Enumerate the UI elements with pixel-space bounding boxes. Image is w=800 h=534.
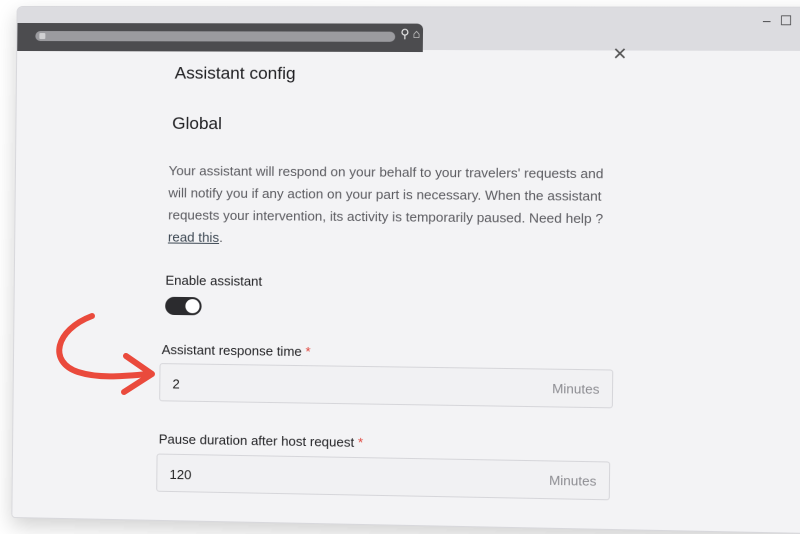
search-icon[interactable]: ⚲ (400, 27, 409, 41)
description-text: Your assistant will respond on your beha… (168, 163, 604, 227)
minimize-button[interactable]: – (763, 13, 771, 28)
response-time-unit: Minutes (552, 380, 600, 397)
section-heading: Global (172, 113, 223, 134)
address-bar[interactable] (35, 31, 396, 42)
response-time-label: Assistant response time * (162, 342, 311, 359)
pause-duration-label-text: Pause duration after host request (158, 431, 355, 450)
maximize-button[interactable]: ☐ (780, 13, 792, 28)
help-link[interactable]: read this (168, 229, 219, 245)
required-marker: * (305, 343, 311, 360)
enable-assistant-toggle[interactable] (165, 296, 202, 316)
site-icon (39, 33, 46, 40)
tab-bar: ⚲ ⌂ (17, 22, 424, 53)
response-time-label-text: Assistant response time (161, 341, 302, 360)
assistant-config-modal: ✕ Assistant config Global Your assistant… (12, 44, 800, 534)
toggle-knob (185, 299, 200, 314)
required-marker: * (357, 434, 364, 451)
modal-title: Assistant config (174, 63, 296, 84)
pause-duration-unit: Minutes (548, 472, 597, 489)
home-icon[interactable]: ⌂ (413, 27, 421, 41)
browser-window: ⚲ ⌂ – ☐ ✕ ✕ Assistant config Global Your… (11, 5, 800, 534)
pause-duration-field[interactable]: Minutes (156, 453, 611, 501)
help-suffix: . (219, 229, 223, 246)
pause-duration-label: Pause duration after host request * (159, 431, 364, 450)
pause-duration-input[interactable] (167, 454, 479, 499)
browser-chrome: ⚲ ⌂ – ☐ ✕ (17, 6, 800, 53)
enable-assistant-label: Enable assistant (165, 272, 263, 289)
response-time-field[interactable]: Minutes (159, 363, 614, 409)
response-time-input[interactable] (170, 364, 482, 408)
close-icon[interactable]: ✕ (612, 44, 627, 64)
description: Your assistant will respond on your beha… (168, 160, 621, 253)
